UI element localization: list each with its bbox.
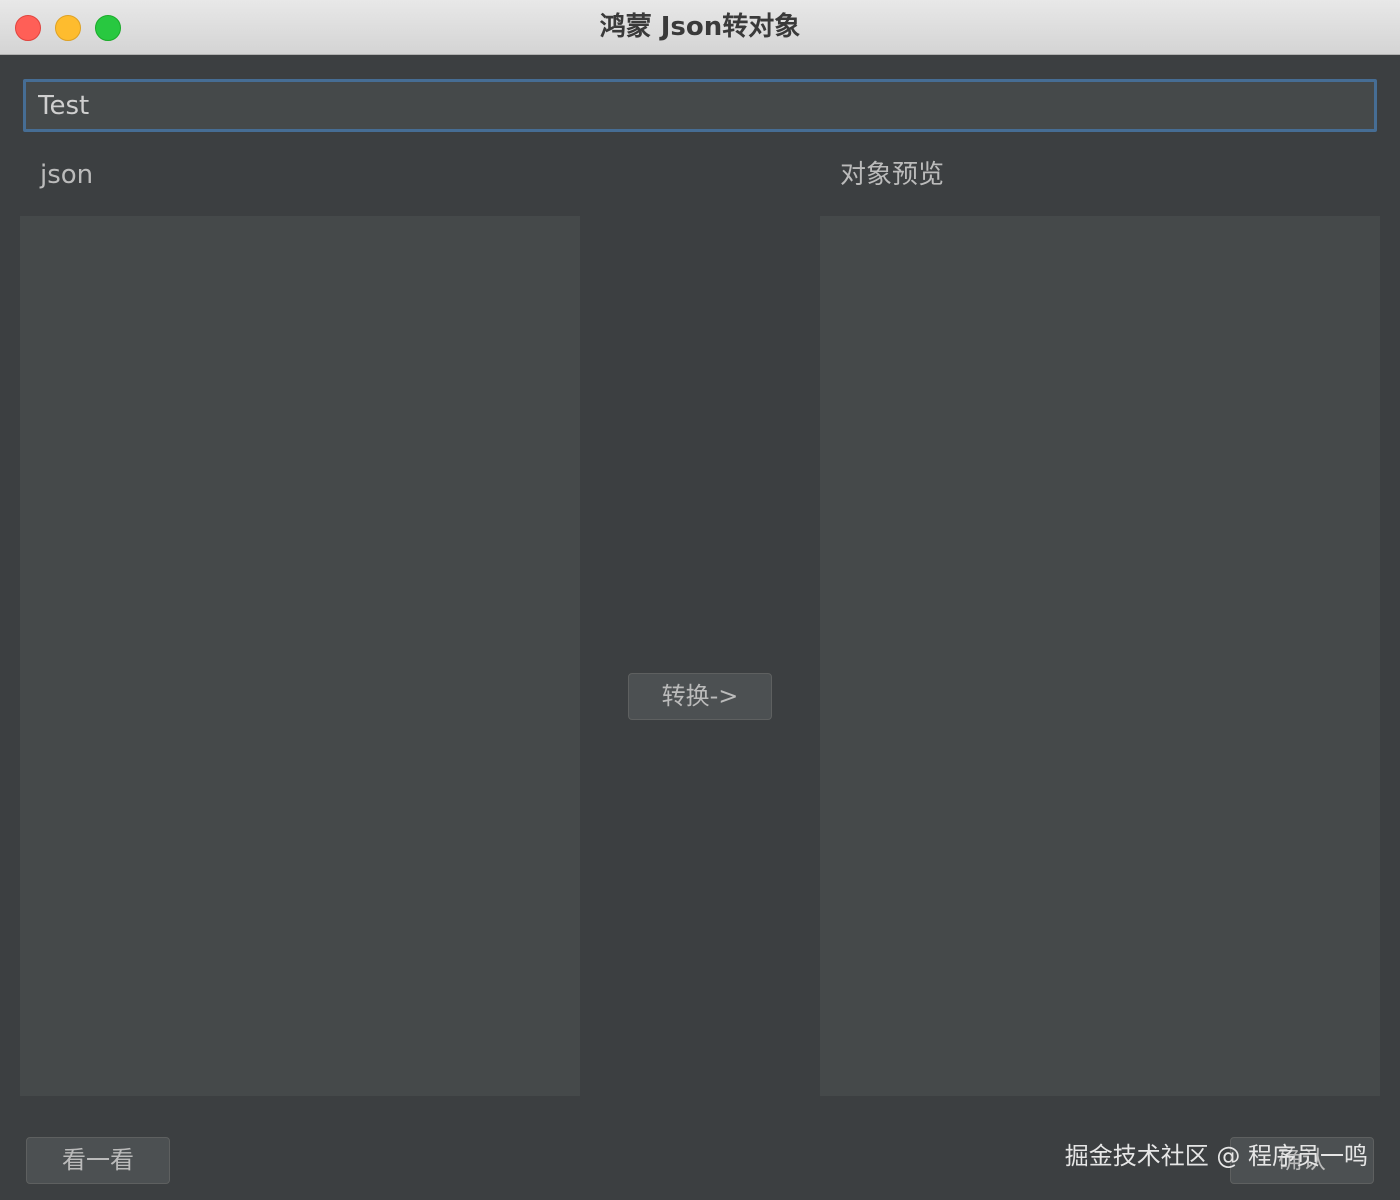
class-name-input[interactable] (23, 79, 1377, 132)
close-window-icon[interactable] (15, 15, 41, 41)
app-window: 鸿蒙 Json转对象 json 对象预览 转换-> 看一看 确认 掘金技术社区 … (0, 0, 1400, 1200)
minimize-window-icon[interactable] (55, 15, 81, 41)
title-bar: 鸿蒙 Json转对象 (0, 0, 1400, 55)
object-preview-textarea[interactable] (820, 216, 1380, 1096)
maximize-window-icon[interactable] (95, 15, 121, 41)
watermark-text: 掘金技术社区 @ 程序员一鸣 (1064, 1142, 1368, 1170)
object-preview-label: 对象预览 (840, 160, 945, 190)
convert-button[interactable]: 转换-> (628, 673, 772, 720)
window-title: 鸿蒙 Json转对象 (599, 12, 801, 42)
look-button[interactable]: 看一看 (26, 1137, 170, 1184)
json-textarea[interactable] (20, 216, 580, 1096)
json-label: json (40, 160, 94, 190)
